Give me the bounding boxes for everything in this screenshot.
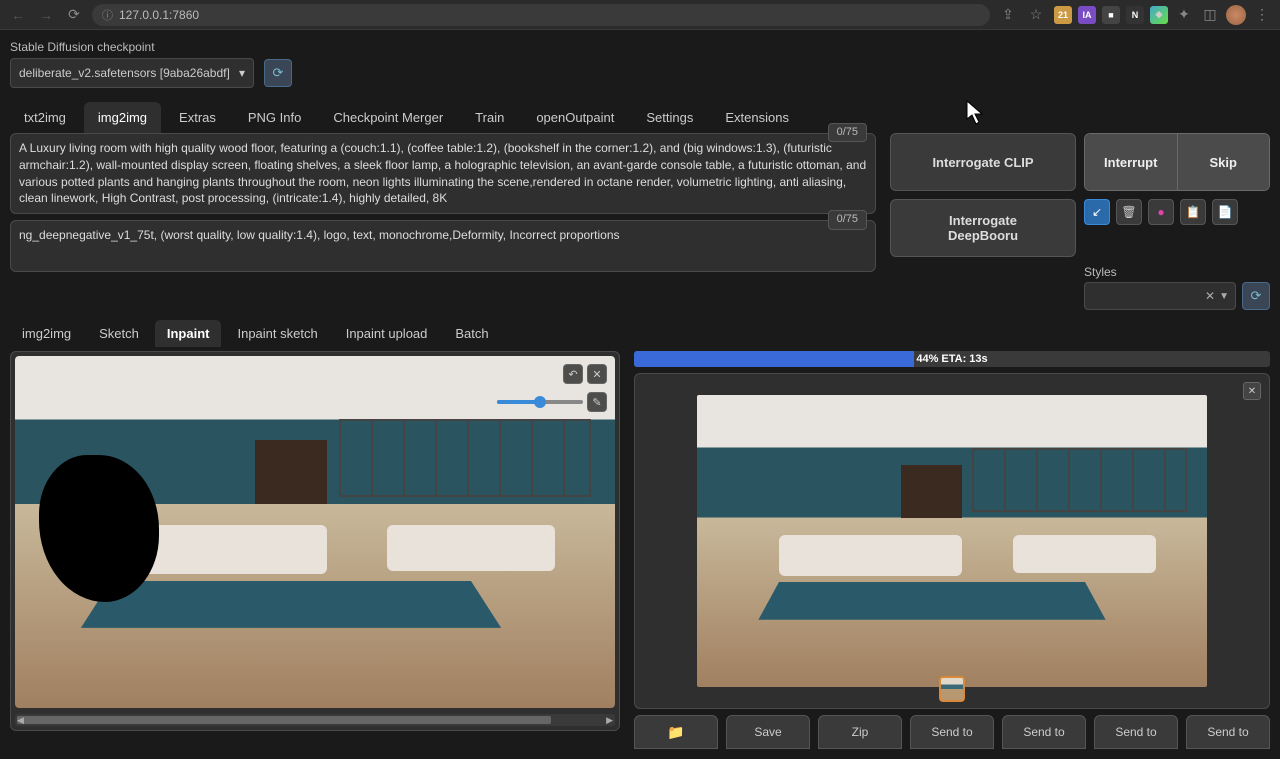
interrogate-deepbooru-button[interactable]: Interrogate DeepBooru: [890, 199, 1076, 257]
clear-styles-icon[interactable]: ✕: [1205, 289, 1215, 303]
site-info-icon[interactable]: ⓘ: [102, 7, 113, 23]
refresh-checkpoint-button[interactable]: ⟳: [264, 59, 292, 87]
url-bar[interactable]: ⓘ 127.0.0.1:7860: [92, 4, 990, 26]
tab-train[interactable]: Train: [461, 102, 518, 133]
neg-prompt-token-count: 0/75: [828, 210, 867, 229]
share-icon[interactable]: ⇪: [998, 5, 1018, 25]
scroll-right-icon[interactable]: ▶: [606, 715, 613, 726]
scroll-left-icon[interactable]: ◀: [17, 715, 24, 726]
subtab-inpaint-sketch[interactable]: Inpaint sketch: [225, 320, 329, 347]
progress-bar: 44% ETA: 13s: [634, 351, 1270, 367]
tool-paste-button[interactable]: 📄: [1212, 199, 1238, 225]
tab-pnginfo[interactable]: PNG Info: [234, 102, 315, 133]
subtab-img2img[interactable]: img2img: [10, 320, 83, 347]
chevron-down-icon: ▾: [239, 66, 245, 80]
tab-openoutpaint[interactable]: openOutpaint: [522, 102, 628, 133]
back-button[interactable]: ←: [8, 5, 28, 25]
brush-size-slider[interactable]: ✎: [497, 392, 607, 412]
progress-text: 44% ETA: 13s: [916, 353, 987, 365]
extension-icon[interactable]: N: [1126, 6, 1144, 24]
tool-trash-button[interactable]: 🗑: [1116, 199, 1142, 225]
interrogate-clip-button[interactable]: Interrogate CLIP: [890, 133, 1076, 191]
chevron-down-icon: ▼: [1219, 291, 1229, 302]
tool-style-button[interactable]: ●: [1148, 199, 1174, 225]
close-output-button[interactable]: ✕: [1243, 382, 1261, 400]
extension-icon[interactable]: ◆: [1150, 6, 1168, 24]
apply-style-button[interactable]: ⟳: [1242, 282, 1270, 310]
subtab-inpaint-upload[interactable]: Inpaint upload: [334, 320, 440, 347]
inpaint-canvas-panel: ↶ ✕ ✎ ◀ ▶: [10, 351, 620, 731]
send-to-button-4[interactable]: Send to: [1186, 715, 1270, 749]
extension-icon[interactable]: ■: [1102, 6, 1120, 24]
zip-button[interactable]: Zip: [818, 715, 902, 749]
url-text: 127.0.0.1:7860: [119, 8, 199, 22]
canvas-hscroll[interactable]: ◀ ▶: [15, 714, 615, 726]
subtab-batch[interactable]: Batch: [443, 320, 500, 347]
output-image[interactable]: [697, 395, 1207, 687]
browser-menu-icon[interactable]: ⋮: [1252, 5, 1272, 25]
tool-arrow-button[interactable]: ↙: [1084, 199, 1110, 225]
secondary-tabs: img2img Sketch Inpaint Inpaint sketch In…: [10, 320, 620, 347]
tab-extensions[interactable]: Extensions: [711, 102, 803, 133]
refresh-icon: ⟳: [273, 65, 284, 81]
send-to-button-1[interactable]: Send to: [910, 715, 994, 749]
forward-button[interactable]: →: [36, 5, 56, 25]
folder-icon: 📁: [667, 724, 684, 741]
refresh-icon: ⟳: [1251, 288, 1262, 304]
sidepanel-icon[interactable]: ◫: [1200, 5, 1220, 25]
prompt-textarea[interactable]: 0/75 A Luxury living room with high qual…: [10, 133, 876, 214]
subtab-sketch[interactable]: Sketch: [87, 320, 151, 347]
extensions-menu-icon[interactable]: ✦: [1174, 5, 1194, 25]
primary-tabs: txt2img img2img Extras PNG Info Checkpoi…: [10, 102, 1270, 133]
open-folder-button[interactable]: 📁: [634, 715, 718, 749]
profile-avatar[interactable]: [1226, 5, 1246, 25]
inpaint-mask: [39, 455, 159, 603]
clear-mask-button[interactable]: ✕: [587, 364, 607, 384]
output-panel: ✕: [634, 373, 1270, 709]
interrupt-button[interactable]: Interrupt: [1085, 134, 1177, 190]
subtab-inpaint[interactable]: Inpaint: [155, 320, 222, 347]
tab-checkpoint-merger[interactable]: Checkpoint Merger: [319, 102, 457, 133]
output-actions: 📁 Save Zip Send to Send to Send to Send …: [634, 715, 1270, 749]
tab-img2img[interactable]: img2img: [84, 102, 161, 133]
styles-select[interactable]: ✕ ▼: [1084, 282, 1236, 310]
reload-button[interactable]: ⟳: [64, 5, 84, 25]
send-to-button-2[interactable]: Send to: [1002, 715, 1086, 749]
output-thumbnail[interactable]: [939, 676, 965, 702]
checkpoint-select[interactable]: deliberate_v2.safetensors [9aba26abdf] ▾: [10, 58, 254, 88]
inpaint-canvas[interactable]: ↶ ✕ ✎: [15, 356, 615, 708]
extension-icon[interactable]: 21: [1054, 6, 1072, 24]
save-button[interactable]: Save: [726, 715, 810, 749]
browser-chrome: ← → ⟳ ⓘ 127.0.0.1:7860 ⇪ ☆ 21 IA ■ N ◆ ✦…: [0, 0, 1280, 30]
bookmark-icon[interactable]: ☆: [1026, 5, 1046, 25]
tool-clipboard-button[interactable]: 📋: [1180, 199, 1206, 225]
tab-extras[interactable]: Extras: [165, 102, 230, 133]
extension-icons: 21 IA ■ N ◆ ✦ ◫ ⋮: [1054, 5, 1272, 25]
negative-prompt-textarea[interactable]: 0/75 ng_deepnegative_v1_75t, (worst qual…: [10, 220, 876, 272]
checkpoint-label: Stable Diffusion checkpoint: [10, 40, 1270, 54]
undo-button[interactable]: ↶: [563, 364, 583, 384]
brush-settings-button[interactable]: ✎: [587, 392, 607, 412]
styles-label: Styles: [1084, 265, 1270, 279]
send-to-button-3[interactable]: Send to: [1094, 715, 1178, 749]
tab-txt2img[interactable]: txt2img: [10, 102, 80, 133]
prompt-token-count: 0/75: [828, 123, 867, 142]
tab-settings[interactable]: Settings: [632, 102, 707, 133]
extension-icon[interactable]: IA: [1078, 6, 1096, 24]
skip-button[interactable]: Skip: [1177, 134, 1270, 190]
